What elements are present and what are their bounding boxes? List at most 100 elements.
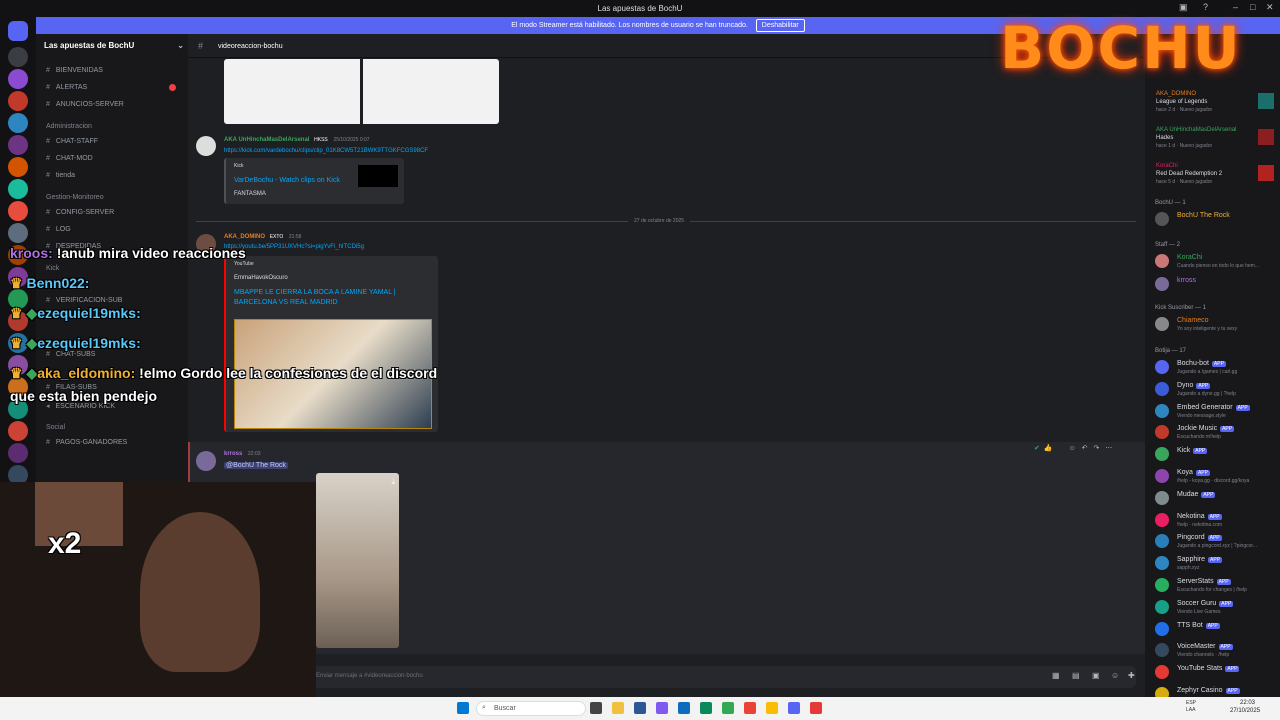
server-icon[interactable]	[8, 201, 28, 221]
outlook-icon[interactable]	[678, 702, 690, 714]
language-indicator[interactable]: ESP LAA	[1186, 700, 1204, 714]
message-header: AKA_DOMINO EXTO 21:58	[224, 234, 301, 240]
download-icon[interactable]: ⤓	[391, 477, 395, 487]
embed-title[interactable]: VarDeBochu - Watch clips on Kick	[234, 177, 340, 184]
embed-title[interactable]: MBAPPE LE CIERRA LA BOCA A LAMINE YAMAL …	[234, 288, 419, 308]
sidebar-item-verificacion[interactable]: # VERIFICACION-SUB	[46, 297, 186, 304]
obs-icon[interactable]	[810, 702, 822, 714]
stream-chat-line: ♛ ◆ezequiel19mks:	[10, 335, 141, 352]
avatar	[1155, 447, 1169, 462]
sidebar-item-chat-staff[interactable]: # CHAT-STAFF	[46, 138, 186, 145]
message-author[interactable]: AKA UnHinchaMasDelArsenal	[224, 137, 309, 143]
mention[interactable]: @BochU The Rock	[224, 462, 288, 469]
inbox-icon[interactable]: ▣	[1179, 2, 1188, 13]
stream-chat-line: ♛ ◆aka_eldomino: !elmo Gordo lee la conf…	[10, 365, 437, 382]
category-social[interactable]: Social	[46, 424, 186, 431]
help-icon[interactable]: ?	[1203, 2, 1208, 12]
server-icon[interactable]	[8, 223, 28, 243]
emoji-picker-icon[interactable]: ☺	[1111, 671, 1119, 680]
chrome-icon[interactable]	[744, 702, 756, 714]
stream-chat-line: ♛ ◆ezequiel19mks:	[10, 305, 141, 322]
sidebar-item-config-server[interactable]: # CONFIG-SERVER	[46, 209, 186, 216]
server-icon[interactable]	[8, 443, 28, 463]
server-icon[interactable]	[8, 91, 28, 111]
reply-icon[interactable]: ↶	[1082, 445, 1088, 452]
maximize-icon[interactable]: □	[1250, 2, 1255, 12]
store-icon[interactable]	[634, 702, 646, 714]
category-administracion[interactable]: Administracion	[46, 123, 186, 130]
server-icon[interactable]	[8, 47, 28, 67]
disable-streamer-button[interactable]: Deshabilitar	[755, 19, 805, 32]
more-icon[interactable]: ⋯	[1105, 445, 1112, 452]
sidebar-item-alertas[interactable]: # ALERTAS	[46, 84, 186, 91]
sidebar-item-chat-mod[interactable]: # CHAT-MOD	[46, 155, 186, 162]
clock-time[interactable]: 22:03	[1240, 700, 1255, 706]
message-composer[interactable]: Enviar mensaje a #videoreaccion-bochu ▦ …	[196, 666, 1136, 688]
chevron-down-icon[interactable]: ⌄	[177, 41, 184, 50]
chrome-icon[interactable]	[766, 702, 778, 714]
sidebar-item-bienvenidas[interactable]: # BIENVENIDAS	[46, 67, 186, 74]
app-badge: APP	[1205, 622, 1220, 629]
app-badge: APP	[1201, 491, 1216, 498]
attachment-image[interactable]	[224, 59, 499, 124]
emoji-icon[interactable]: ☺	[1069, 445, 1076, 452]
edge-icon[interactable]	[700, 702, 712, 714]
gif-icon[interactable]: ▤	[1072, 671, 1080, 680]
server-icon[interactable]	[8, 179, 28, 199]
server-icon[interactable]	[8, 157, 28, 177]
sidebar-item-chat-subs[interactable]: # CHAT-SUBS	[46, 351, 186, 358]
member-name: Soccer Guru APP	[1177, 600, 1234, 607]
webcam-feed: x2	[0, 482, 316, 720]
role-group-header: Staff — 2	[1155, 242, 1180, 248]
message-author[interactable]: krross	[224, 451, 242, 457]
category-kick[interactable]: Kick	[46, 265, 186, 272]
category-gestion[interactable]: Gestion-Monitoreo	[46, 194, 186, 201]
avatar[interactable]	[196, 136, 216, 156]
message-author[interactable]: AKA_DOMINO	[224, 234, 265, 240]
category-label: Kick	[46, 265, 60, 272]
sidebar-item-anuncios[interactable]: # ANUNCIOS-SERVER	[46, 101, 186, 108]
minimize-icon[interactable]: –	[1233, 2, 1238, 12]
avatar	[1155, 599, 1169, 614]
sidebar-item-tienda[interactable]: # tienda	[46, 172, 186, 179]
sidebar-item-log[interactable]: # LOG	[46, 226, 186, 233]
embed-author[interactable]: EmmaHavokOscuro	[234, 275, 288, 281]
sidebar-item-label: ESCENARIO KICK	[55, 403, 116, 410]
app-icon[interactable]	[656, 702, 668, 714]
file-explorer-icon[interactable]	[612, 702, 624, 714]
discord-home-icon[interactable]	[8, 21, 28, 41]
server-icon[interactable]	[8, 421, 28, 441]
close-icon[interactable]: ✕	[1266, 2, 1274, 13]
guild-header[interactable]: Las apuestas de BochU ⌄	[44, 41, 184, 50]
task-view-icon[interactable]	[590, 702, 602, 714]
hash-icon: #	[198, 41, 204, 51]
member-name: KoraChi	[1177, 254, 1203, 261]
avatar	[1155, 512, 1169, 527]
chrome-icon[interactable]	[722, 702, 734, 714]
forward-icon[interactable]: ↷	[1093, 445, 1099, 452]
check-icon[interactable]: ✔	[1034, 445, 1040, 452]
sidebar-item-label: CHAT-STAFF	[55, 138, 99, 145]
avatar[interactable]	[196, 451, 216, 471]
attachment-image[interactable]: ⤓	[316, 473, 399, 648]
embed-thumbnail[interactable]	[358, 165, 398, 187]
message-link[interactable]: https://kick.com/vardebochu/clips/clip_0…	[224, 148, 428, 154]
sidebar-item-pagos[interactable]: # PAGOS-GANADORES	[46, 439, 186, 446]
server-icon[interactable]	[8, 113, 28, 133]
avatar	[1155, 381, 1169, 396]
discord-icon[interactable]	[788, 702, 800, 714]
sticker-icon[interactable]: ▣	[1092, 671, 1100, 680]
clock-date[interactable]: 27/10/2025	[1230, 708, 1260, 714]
apps-icon[interactable]: ✚	[1128, 671, 1135, 680]
member-name: AKA_DOMINO	[1156, 91, 1197, 97]
chat-user: aka_eldomino:	[37, 365, 136, 381]
taskbar-search[interactable]: ⌕ Buscar	[476, 701, 586, 716]
windows-start-icon[interactable]	[457, 702, 469, 714]
gift-icon[interactable]: ▦	[1052, 671, 1060, 680]
member-name: VoiceMaster APP	[1177, 643, 1233, 651]
server-icon[interactable]	[8, 69, 28, 89]
sidebar-item-label: CHAT-MOD	[55, 155, 93, 162]
category-label: Gestion-Monitoreo	[46, 194, 104, 201]
server-icon[interactable]	[8, 135, 28, 155]
thumbs-up-icon[interactable]: 👍	[1044, 445, 1053, 452]
